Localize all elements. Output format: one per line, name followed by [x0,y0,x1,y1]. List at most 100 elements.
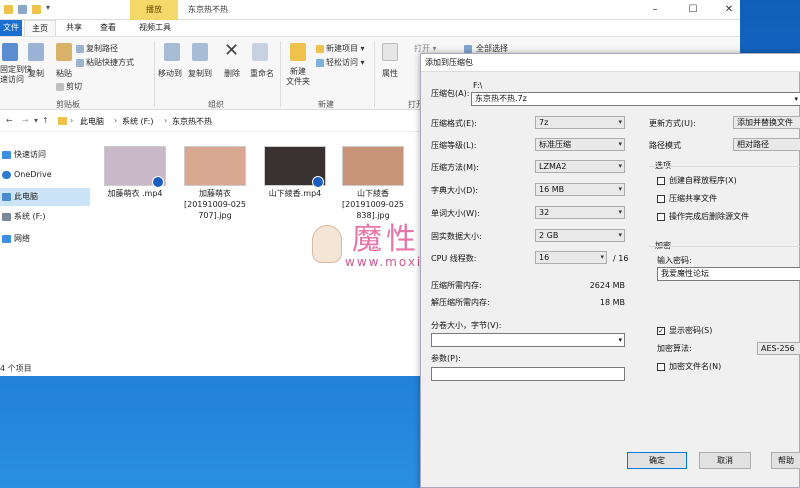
rename-button[interactable]: 重命名 [250,69,274,79]
easy-access-icon [316,59,324,67]
paste-shortcut-icon [76,59,84,67]
file-item[interactable]: 加藤萌衣 .mp4 [100,146,170,232]
help-button[interactable]: 帮助 [771,452,800,469]
file-name: 加藤萌衣 .mp4 [107,189,163,198]
chevron-down-icon[interactable]: ▾ [46,3,50,12]
delete-after-label: 操作完成后删除源文件 [669,212,749,221]
breadcrumb-folder[interactable]: 东京热不热 [172,116,212,127]
nav-item-quick-access[interactable]: 快速访问 [0,146,90,164]
ribbon-tabs: 文件 主页 共享 查看 视频工具 [0,20,740,36]
show-password-checkbox[interactable]: ✓ [657,327,665,335]
chevron-down-icon: ▾ [618,208,622,216]
ok-button[interactable]: 确定 [627,452,687,469]
forward-arrow-icon[interactable]: → [22,116,29,125]
enc-method-select[interactable]: AES-256 [757,342,800,355]
split-input[interactable]: ▾ [431,333,625,347]
sfx-checkbox[interactable] [657,177,665,185]
chevron-down-icon[interactable]: ▾ [34,116,38,125]
move-to-icon[interactable] [164,43,180,61]
drive-icon [2,213,11,221]
encrypt-names-checkbox[interactable] [657,363,665,371]
paste-label[interactable]: 粘贴 [56,69,72,79]
close-button[interactable]: ✕ [722,3,736,17]
params-label: 参数(P): [431,354,461,363]
show-password-label: 显示密码(S) [669,326,713,335]
word-select[interactable]: 32 ▾ [535,206,625,219]
breadcrumb-drive[interactable]: 系统 (F:) [122,116,153,127]
enc-method-value: AES-256 [761,344,795,353]
back-arrow-icon[interactable]: ← [6,116,13,125]
properties-icon[interactable] [382,43,398,61]
level-select[interactable]: 标准压缩 ▾ [535,138,625,151]
update-select[interactable]: 添加并替换文件 [733,116,800,129]
copy-to-icon[interactable] [192,43,208,61]
cut-icon [56,83,64,91]
archive-dir: F:\ [473,81,483,90]
properties-button[interactable]: 属性 [382,69,398,79]
archive-name-input[interactable]: 东京热不热.7z ▾ [471,92,800,106]
nav-item-this-pc[interactable]: 此电脑 [0,188,90,206]
params-input[interactable] [431,367,625,381]
delete-after-checkbox[interactable] [657,213,665,221]
move-to-button[interactable]: 移动到 [158,69,182,79]
paste-icon[interactable] [56,43,72,61]
path-value: 相对路径 [737,140,769,149]
chevron-down-icon[interactable]: ▾ [618,334,622,346]
group-divider [649,166,800,167]
tab-video-tools[interactable]: 视频工具 [130,20,180,36]
rename-icon[interactable] [252,43,268,61]
mem-decomp-value: 18 MB [599,298,625,307]
copy-icon[interactable] [28,43,44,61]
archive-label: 压缩包(A): [431,89,470,98]
new-item-icon [316,45,324,53]
clipboard-group-label: 剪贴板 [56,100,80,109]
solid-select[interactable]: 2 GB ▾ [535,229,625,242]
cancel-button[interactable]: 取消 [699,452,751,469]
new-folder-button[interactable]: 新建 文件夹 [286,67,310,87]
maximize-button[interactable]: ☐ [686,3,700,17]
file-item[interactable]: 山下綾香.mp4 [260,146,330,232]
copy-label[interactable]: 复制 [28,69,44,79]
file-item[interactable]: 加藤萌衣 [20191009-025 707].jpg [180,146,250,232]
method-value: LZMA2 [539,162,567,171]
breadcrumb-this-pc[interactable]: 此电脑 [80,116,104,127]
path-select[interactable]: 相对路径 [733,138,800,151]
delete-icon[interactable]: ✕ [224,41,239,61]
nav-item-drive[interactable]: 系统 (F:) [0,208,90,226]
properties-icon[interactable] [18,5,27,14]
pin-icon[interactable] [2,43,18,61]
file-name: 加藤萌衣 [20191009-025 707].jpg [184,189,246,220]
dict-label: 字典大小(D): [431,186,479,195]
up-arrow-icon[interactable]: ↑ [42,116,49,125]
tab-home[interactable]: 主页 [24,20,56,36]
paste-shortcut-button[interactable]: 粘贴快捷方式 [86,58,134,68]
copy-path-button[interactable]: 复制路径 [86,44,118,54]
tab-view[interactable]: 查看 [92,20,124,36]
tab-share[interactable]: 共享 [58,20,90,36]
path-label: 路径模式 [649,141,681,150]
new-folder-icon[interactable] [32,5,41,14]
threads-select[interactable]: 16 ▾ [535,251,607,264]
title-bar: ▾ 播放 东京热不热 – ☐ ✕ [0,0,740,20]
nav-item-onedrive[interactable]: OneDrive [0,166,90,184]
easy-access-button[interactable]: 轻松访问 ▾ [326,58,365,68]
minimize-button[interactable]: – [648,3,662,17]
cut-button[interactable]: 剪切 [66,82,82,92]
select-all-icon [464,45,472,53]
breadcrumb-separator: › [164,116,168,125]
delete-button[interactable]: 删除 [224,69,240,79]
new-item-button[interactable]: 新建项目 ▾ [326,44,365,54]
dict-select[interactable]: 16 MB ▾ [535,183,625,196]
nav-item-network[interactable]: 网络 [0,230,90,248]
chevron-down-icon[interactable]: ▾ [794,93,798,105]
threads-label: CPU 线程数: [431,254,477,263]
shared-checkbox[interactable] [657,195,665,203]
format-select[interactable]: 7z ▾ [535,116,625,129]
tab-file[interactable]: 文件 [0,20,22,36]
ribbon-separator [154,41,155,107]
method-select[interactable]: LZMA2 ▾ [535,160,625,173]
copy-to-button[interactable]: 复制到 [188,69,212,79]
new-folder-icon[interactable] [290,43,306,61]
tab-play-context[interactable]: 播放 [130,0,178,20]
password-input[interactable]: 我爱魔性论坛 [657,267,800,281]
